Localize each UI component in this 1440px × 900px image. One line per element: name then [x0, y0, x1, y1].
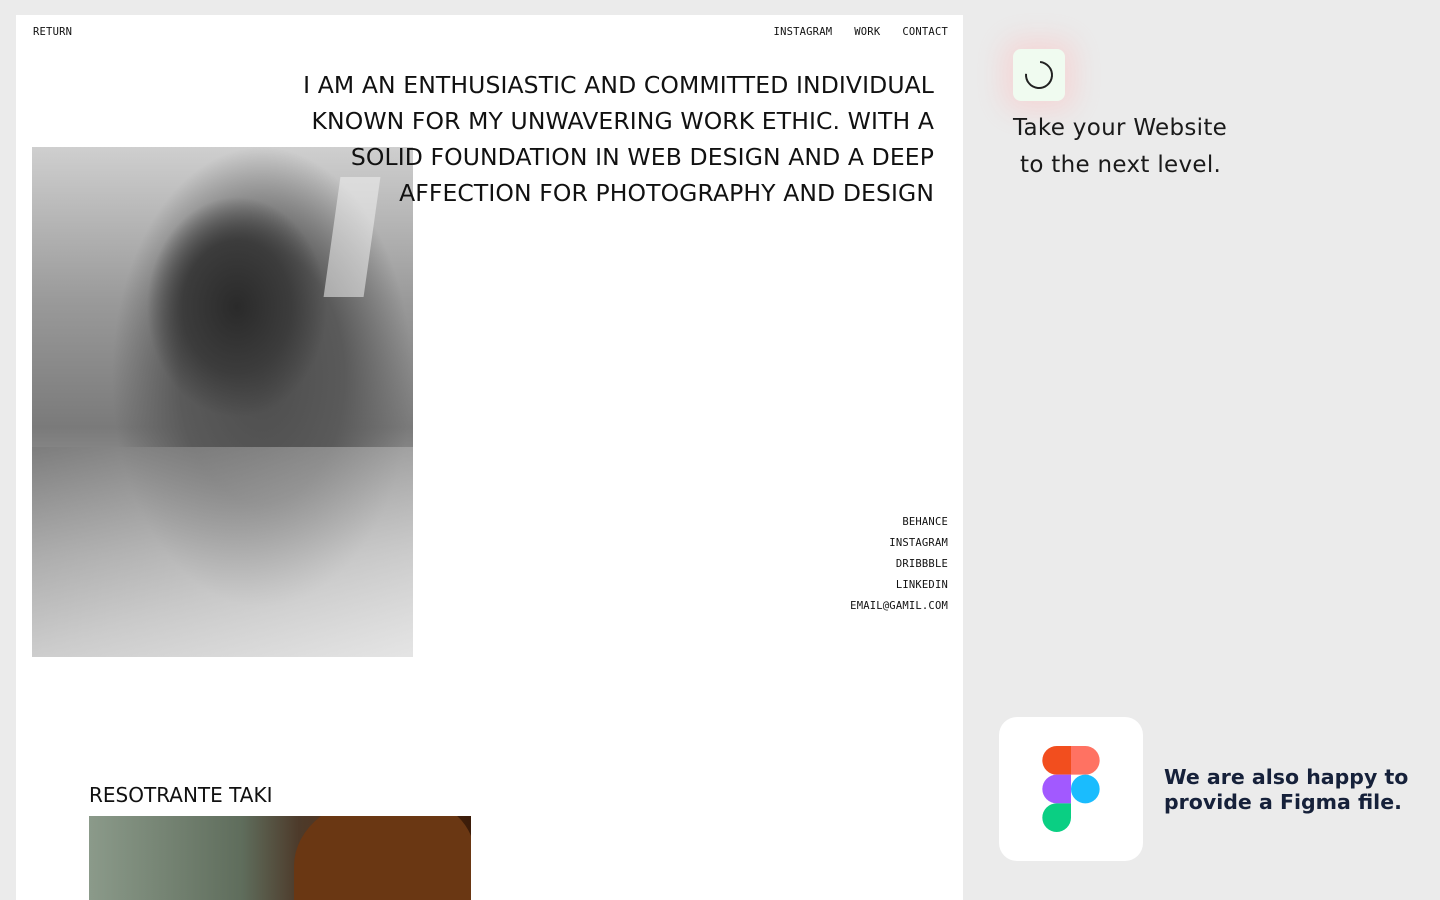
figma-logo-top-left [1042, 746, 1071, 775]
loading-spinner-icon [1019, 55, 1059, 95]
project-title: RESOTRANTE TAKI [89, 783, 273, 807]
figma-text: We are also happy to provide a Figma fil… [1164, 765, 1409, 814]
photo-lower-area [32, 447, 413, 657]
figma-logo-middle-left [1042, 774, 1071, 804]
top-nav: INSTAGRAM WORK CONTACT [774, 26, 948, 38]
nav-instagram-link[interactable]: INSTAGRAM [774, 26, 833, 38]
figma-logo-icon [1042, 746, 1100, 832]
figma-card [999, 717, 1143, 861]
nav-work-link[interactable]: WORK [854, 26, 880, 38]
figma-logo-bottom [1042, 803, 1071, 832]
project-image-object [294, 816, 471, 900]
portrait-photo [32, 147, 413, 657]
behance-link[interactable]: BEHANCE [850, 512, 948, 533]
dribbble-link[interactable]: DRIBBBLE [850, 554, 948, 575]
figma-logo-top-right [1071, 746, 1100, 775]
nav-contact-link[interactable]: CONTACT [902, 26, 948, 38]
promo-icon-box [1013, 49, 1065, 101]
return-link[interactable]: RETURN [33, 26, 72, 38]
instagram-link[interactable]: INSTAGRAM [850, 533, 948, 554]
portfolio-page: RETURN INSTAGRAM WORK CONTACT I AM AN EN… [16, 15, 963, 900]
linkedin-link[interactable]: LINKEDIN [850, 575, 948, 596]
promo-line-1: Take your Website [1013, 115, 1228, 141]
promo-tagline: Take your Website to the next level. [1013, 110, 1313, 184]
email-link[interactable]: EMAIL@GAMIL.COM [850, 596, 948, 617]
hero-headline: I AM AN ENTHUSIASTIC AND COMMITTED INDIV… [303, 71, 934, 207]
project-image[interactable] [89, 816, 471, 900]
promo-line-2: to the next level. [1020, 152, 1222, 178]
social-links: BEHANCE INSTAGRAM DRIBBBLE LINKEDIN EMAI… [850, 512, 948, 617]
figma-logo-middle-right [1071, 774, 1100, 804]
